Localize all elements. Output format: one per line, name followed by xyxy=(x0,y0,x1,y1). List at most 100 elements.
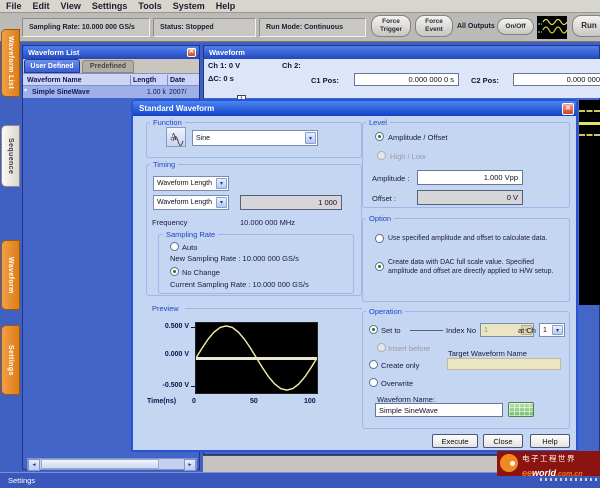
menu-help[interactable]: Help xyxy=(216,1,236,11)
menu-edit[interactable]: Edit xyxy=(33,1,50,11)
c2-pos-label: C2 Pos: xyxy=(471,76,499,85)
tab-user-defined-label: User Defined xyxy=(30,62,74,70)
offset-field[interactable]: 0 V xyxy=(417,190,523,205)
overwrite-radio[interactable] xyxy=(369,378,378,387)
menu-tools[interactable]: Tools xyxy=(138,1,161,11)
function-group-label: Function xyxy=(150,118,185,127)
watermark-dots xyxy=(540,478,600,481)
waveform-name-input[interactable] xyxy=(375,403,503,417)
length-value-field[interactable]: 1 000 xyxy=(240,195,342,210)
timing-mode-select[interactable]: Waveform Length ▾ xyxy=(153,176,229,191)
option-dac-radio[interactable] xyxy=(375,262,384,271)
sampling-no-change-radio[interactable] xyxy=(170,267,179,276)
set-to-radio[interactable] xyxy=(369,325,378,334)
scroll-right-icon[interactable]: ► xyxy=(184,459,196,471)
dialog-close-icon[interactable]: ✕ xyxy=(562,102,574,115)
force-trigger-button[interactable]: Force Trigger xyxy=(371,15,411,37)
sidebar-tab-waveform-list-label: Waveform List xyxy=(7,36,14,90)
logo-dot xyxy=(510,461,515,466)
tab-user-defined[interactable]: User Defined xyxy=(24,59,80,73)
chevron-down-icon[interactable]: ▾ xyxy=(305,132,316,144)
on-off-label: On/Off xyxy=(505,22,526,30)
waveform-display-strip xyxy=(579,100,600,305)
status-bar-text: Settings xyxy=(8,476,36,485)
amplitude-offset-radio[interactable] xyxy=(375,132,384,141)
chevron-down-icon[interactable]: ▾ xyxy=(552,325,563,335)
preview-plot-svg xyxy=(196,325,317,391)
c2-pos-field[interactable]: 0.000 000 xyxy=(513,73,600,86)
preview-label: Preview xyxy=(152,304,179,313)
chevron-down-icon[interactable]: ▾ xyxy=(216,178,227,189)
amplitude-label: Amplitude : xyxy=(372,174,410,183)
function-select[interactable]: Sine ▾ xyxy=(192,130,318,146)
table-header-row: Waveform Name Length Date xyxy=(23,73,199,86)
option-calculate-radio[interactable] xyxy=(375,234,384,243)
close-button[interactable]: Close xyxy=(483,434,523,448)
on-off-button[interactable]: On/Off xyxy=(497,18,534,35)
option-group-label: Option xyxy=(366,214,395,223)
length-param-select[interactable]: Waveform Length ▾ xyxy=(153,195,229,210)
dialog-title: Standard Waveform xyxy=(139,104,215,113)
execute-button[interactable]: Execute xyxy=(432,434,478,448)
column-divider xyxy=(130,75,131,86)
help-button[interactable]: Help xyxy=(530,434,570,448)
create-only-radio[interactable] xyxy=(369,360,378,369)
ytick-mark xyxy=(191,386,195,387)
sidebar-tab-waveform[interactable]: Waveform xyxy=(1,240,20,310)
awg-application-window: { "menu_bar": {"items": ["File", "Edit",… xyxy=(0,0,600,488)
sampling-rate-group-label: Sampling Rate xyxy=(163,230,219,239)
tab-predefined[interactable]: Predefined xyxy=(82,60,134,73)
waveform-list-title: Waveform List xyxy=(28,48,80,57)
watermark-domain: .com.cn xyxy=(556,471,583,478)
timing-mode-value: Waveform Length xyxy=(157,180,212,187)
xaxis-label: Time(ns) xyxy=(147,398,177,405)
scrollbar-thumb[interactable] xyxy=(41,459,159,469)
standard-waveform-dialog: Standard Waveform ✕ Function A Sine ▾ Ti… xyxy=(131,99,578,452)
chevron-down-icon[interactable]: ▾ xyxy=(216,197,227,208)
keyboard-icon[interactable] xyxy=(508,402,534,417)
index-no-value: 1 xyxy=(484,326,488,334)
menu-system[interactable]: System xyxy=(173,1,205,11)
column-divider xyxy=(167,75,168,86)
index-no-label: Index No xyxy=(446,326,477,335)
offset-label: Offset : xyxy=(372,194,397,203)
at-ch-select[interactable]: 1 ▾ xyxy=(539,323,565,337)
target-waveform-name-field[interactable] xyxy=(447,358,561,370)
dialog-titlebar[interactable]: Standard Waveform ✕ xyxy=(133,101,576,116)
output-waveform-icon[interactable] xyxy=(537,16,567,39)
high-low-radio[interactable] xyxy=(377,151,386,160)
amplitude-offset-label: Amplitude / Offset xyxy=(388,133,448,142)
cursor-line-dashed xyxy=(579,110,600,112)
menu-settings[interactable]: Settings xyxy=(92,1,128,11)
cursor-line-dashed xyxy=(579,134,600,136)
delta-cursor-readout: ΔC: 0 s xyxy=(208,74,234,83)
ch2-readout: Ch 2: xyxy=(282,61,301,70)
waveform-list-hscrollbar[interactable]: ◄ ► xyxy=(27,458,197,471)
waveform-trace xyxy=(579,122,600,125)
leader-line xyxy=(410,330,443,331)
c1-pos-label: C1 Pos: xyxy=(311,76,339,85)
sidebar-tab-settings[interactable]: Settings xyxy=(1,325,20,395)
waveform-list-close-icon[interactable]: ✕ xyxy=(187,48,196,57)
table-row-simple-sinewave[interactable]: ▾ Simple SineWave 1.00 k 2007/ xyxy=(23,86,199,98)
sidebar-tab-sequence[interactable]: Sequence xyxy=(1,125,20,187)
force-event-button[interactable]: Force Event xyxy=(415,15,453,37)
status-display: Status: Stopped xyxy=(153,18,256,37)
at-ch-value: 1 xyxy=(543,326,547,334)
function-icon: A xyxy=(166,127,186,147)
sidebar-tab-waveform-list[interactable]: Waveform List xyxy=(1,29,20,97)
option-dac-label-line1: Create data with DAC full scale value. S… xyxy=(388,259,534,266)
waveform-list-titlebar: Waveform List ✕ xyxy=(23,46,199,59)
c1-pos-field[interactable]: 0.000 000 0 s xyxy=(354,73,459,86)
menu-file[interactable]: File xyxy=(6,1,22,11)
scroll-left-icon[interactable]: ◄ xyxy=(28,459,40,471)
amplitude-field[interactable]: 1.000 Vpp xyxy=(417,170,523,185)
insert-before-radio[interactable] xyxy=(377,343,386,352)
menu-view[interactable]: View xyxy=(61,1,81,11)
function-select-value: Sine xyxy=(196,134,211,142)
watermark-ee: ee xyxy=(522,468,533,478)
row-date: 2007/ xyxy=(169,88,187,96)
sampling-auto-radio[interactable] xyxy=(170,242,179,251)
row-expand-icon[interactable]: ▾ xyxy=(24,87,27,94)
run-button[interactable]: Run xyxy=(572,15,600,37)
